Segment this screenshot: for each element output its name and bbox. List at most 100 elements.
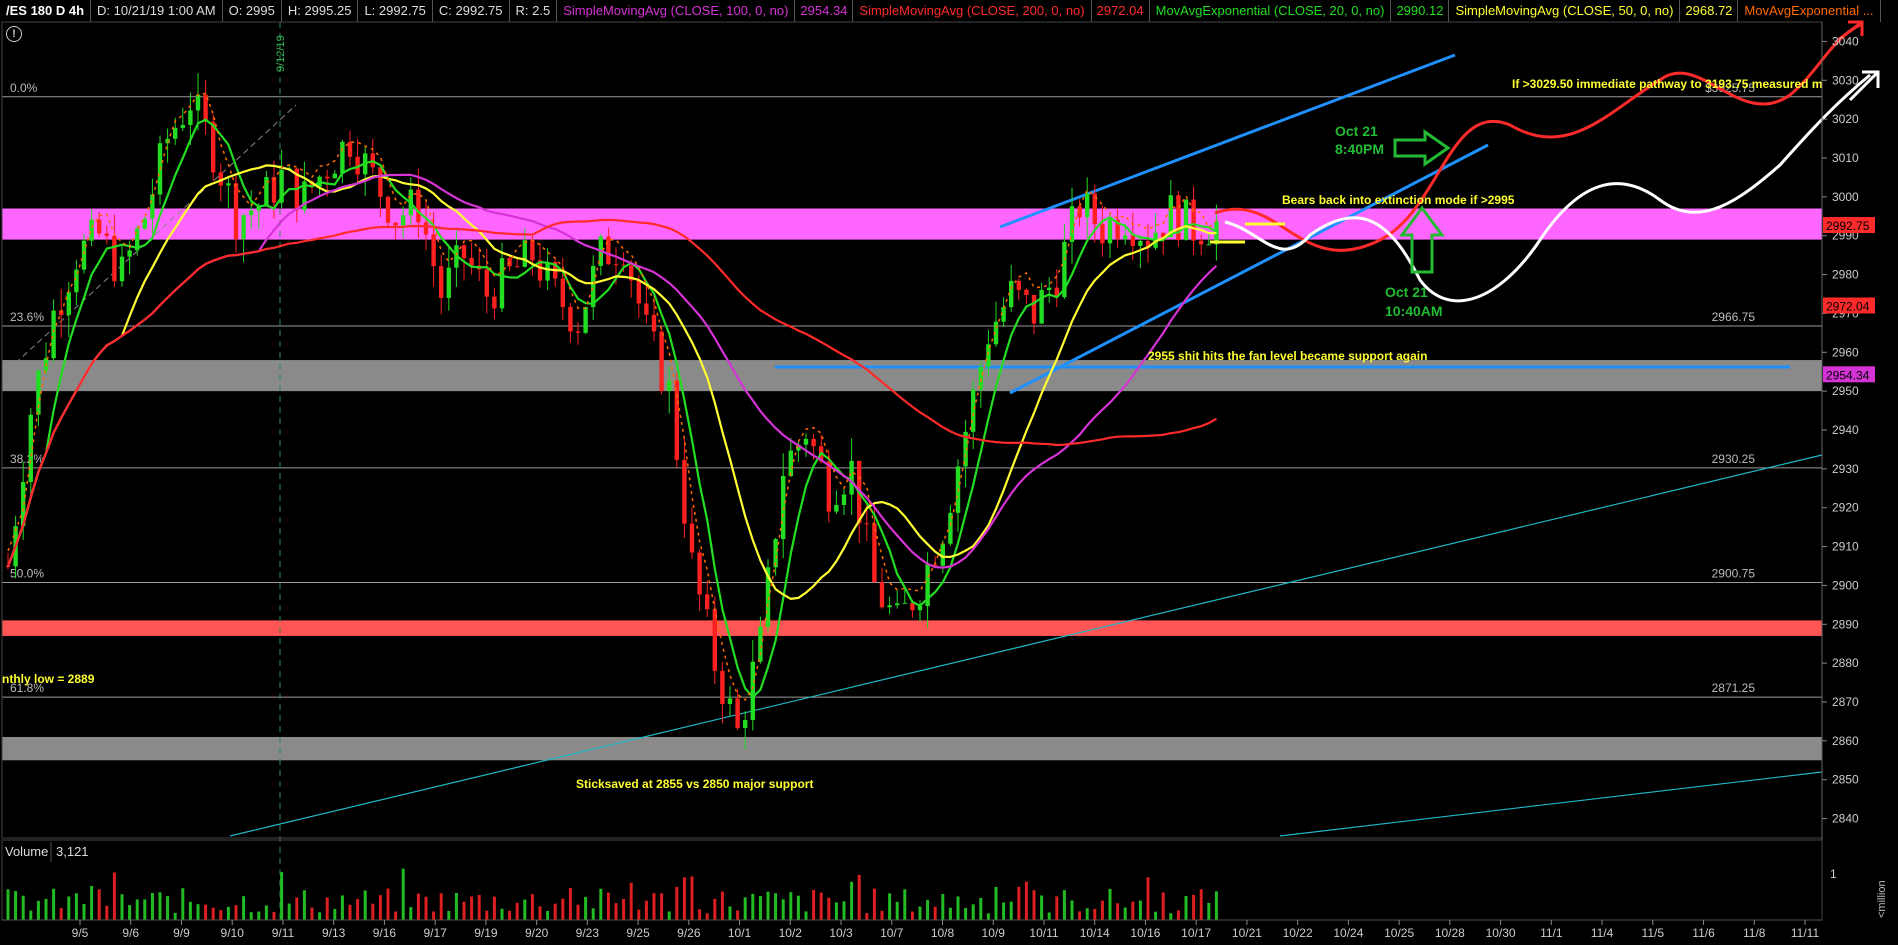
candle-body (1107, 219, 1113, 244)
fib-level-label: 61.8% (10, 681, 44, 695)
study-ema20-label[interactable]: MovAvgExponential (CLOSE, 20, 0, no) (1150, 0, 1392, 22)
candle-body (902, 602, 907, 604)
date-readout: D: 10/21/19 1:00 AM (91, 0, 223, 22)
volume-bar (14, 891, 18, 920)
time-tick-label: 10/17 (1181, 926, 1211, 940)
time-tick-label: 11/5 (1642, 926, 1665, 940)
candle-body (1031, 294, 1037, 324)
volume-bar (52, 888, 56, 920)
volume-bar (910, 911, 914, 920)
volume-bar (796, 895, 800, 920)
candle-body (51, 310, 56, 359)
volume-bar (378, 895, 382, 920)
time-tick-label: 9/20 (525, 926, 549, 940)
volume-bar (173, 912, 177, 920)
volume-bar (112, 872, 116, 920)
volume-bar (394, 911, 398, 920)
volume-value: 3,121 (56, 844, 89, 859)
time-tick-label: 9/11 (272, 926, 295, 940)
volume-bar (500, 908, 504, 920)
volume-bar (447, 910, 451, 920)
candle-body (1214, 221, 1219, 245)
volume-bar (606, 892, 610, 920)
volume-bar (1040, 895, 1044, 920)
volume-unit-label: <million (1876, 880, 1888, 918)
volume-bar (1100, 900, 1104, 920)
candle-body (256, 206, 261, 211)
exclamation-circle-icon[interactable]: ! (6, 26, 22, 42)
time-tick-label: 9/5 (72, 926, 89, 940)
volume-bar (59, 908, 63, 920)
volume-bar (211, 907, 215, 920)
time-tick-label: 10/2 (779, 926, 803, 940)
time-tick-label: 9/13 (322, 926, 346, 940)
volume-bar (128, 905, 132, 920)
time-tick-label: 10/30 (1486, 926, 1516, 940)
candle-body (811, 438, 816, 447)
trendlines-layer (7, 22, 1823, 920)
price-tick-label: 2870 (1832, 695, 1859, 709)
volume-bar (492, 896, 496, 920)
study-sma50-label[interactable]: SimpleMovingAvg (CLOSE, 50, 0, no) (1449, 0, 1681, 22)
support-resistance-zone (2, 360, 1822, 392)
study-sma200-label[interactable]: SimpleMovingAvg (CLOSE, 200, 0, no) (853, 0, 1092, 22)
time-tick-label: 9/25 (626, 926, 650, 940)
candle-body (180, 124, 185, 128)
candle-body (363, 153, 368, 175)
volume-bar (698, 909, 702, 920)
volume-bar (629, 882, 633, 920)
price-tick-label: 2930 (1832, 462, 1859, 476)
candle-body (1039, 289, 1044, 324)
volume-pane: Volume 3,121 1 <million (1, 839, 1888, 921)
time-tick-label: 10/22 (1283, 926, 1313, 940)
chart-annotation: 2955 shit hits the fan level became supp… (1148, 349, 1427, 363)
candle-body (674, 380, 679, 460)
candle-body (1115, 219, 1120, 240)
candle-body (1183, 199, 1189, 241)
candle-body (583, 307, 588, 333)
volume-bar (546, 910, 550, 920)
candle-body (165, 138, 170, 144)
high-readout: H: 2995.25 (282, 0, 359, 22)
volume-bar (6, 889, 10, 920)
candle-body (735, 698, 740, 728)
volume-bar (964, 907, 968, 920)
price-chart[interactable]: 0.0% $3025.75 23.6% 2966.75 38.2% 2930.25 50.0… (0, 0, 1898, 945)
price-tick-label: 2860 (1832, 734, 1859, 748)
candle-body (1047, 287, 1052, 290)
low-readout: L: 2992.75 (358, 0, 433, 22)
volume-bar (1070, 900, 1074, 920)
study-sma100-label[interactable]: SimpleMovingAvg (CLOSE, 100, 0, no) (557, 0, 796, 22)
chart-annotation: If >3029.50 immediate pathway to 3193.75… (1512, 77, 1823, 91)
volume-bar (880, 910, 884, 920)
volume-bar (1078, 911, 1082, 920)
price-tick-label: 2910 (1832, 540, 1859, 554)
candle-body (1199, 240, 1204, 245)
price-tick-label: 3000 (1832, 190, 1859, 204)
volume-bar (340, 895, 344, 920)
zones-layer (2, 208, 1822, 761)
price-tick-label: 2840 (1832, 812, 1859, 826)
time-tick-label: 9/23 (576, 926, 600, 940)
study-ema-extra-label[interactable]: MovAvgExponential ... (1738, 0, 1881, 22)
volume-bar (713, 898, 717, 920)
candle-body (195, 94, 201, 111)
volume-bar (295, 897, 299, 920)
candle-body (112, 235, 117, 282)
volume-bar (1176, 910, 1180, 920)
volume-bar (538, 906, 542, 920)
volume-bar (219, 910, 223, 920)
chart-annotation: Sticksaved at 2855 vs 2850 major support (576, 777, 813, 791)
candle-body (439, 266, 444, 298)
volume-bar (1138, 900, 1142, 920)
volume-bar (196, 904, 200, 920)
candle-body (917, 606, 923, 611)
symbol-label[interactable]: /ES 180 D 4h (0, 0, 92, 22)
time-tick-label: 9/19 (474, 926, 498, 940)
candle-body (948, 512, 953, 544)
candle-body (697, 552, 702, 595)
volume-bar (1131, 901, 1135, 920)
volume-bar (166, 896, 170, 920)
volume-bar (728, 906, 732, 920)
trendline (7, 104, 297, 371)
